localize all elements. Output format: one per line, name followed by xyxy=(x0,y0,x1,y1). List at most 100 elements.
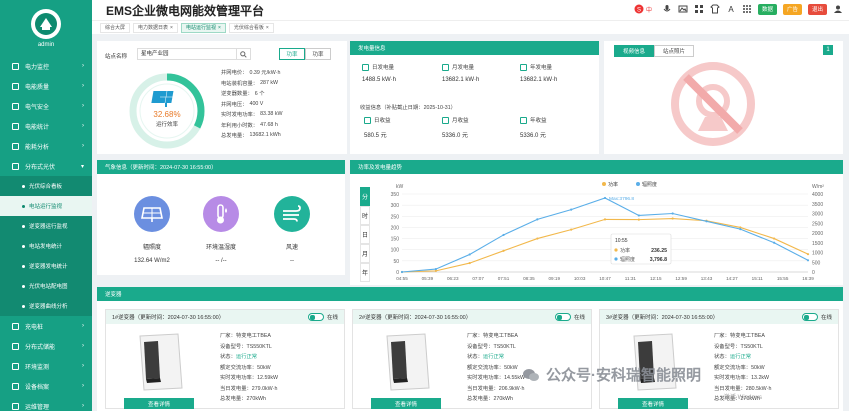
menu-icon xyxy=(12,382,19,390)
menu-icon xyxy=(12,342,19,350)
inverter-model: 设备型号：TS50KTL xyxy=(467,343,516,350)
grid-icon[interactable] xyxy=(694,4,704,14)
translate-icon[interactable]: A xyxy=(726,4,736,14)
sidebar-item-10[interactable]: 逆变器发电统计 xyxy=(0,256,92,276)
view-details-button[interactable]: 查看详情 xyxy=(371,398,441,409)
tab-3[interactable]: 光伏综合看板 × xyxy=(228,22,274,33)
inverter-image xyxy=(386,333,430,391)
weather-panel: 气象信息（更新时间：2024-07-30 16:55:00） 辐照度 环境温湿度… xyxy=(97,160,345,275)
online-toggle[interactable] xyxy=(554,313,571,321)
sidebar-item-16[interactable]: 设备档案 › xyxy=(0,376,92,396)
inverter-day-energy: 当日发电量：206.9kW·h xyxy=(467,385,525,392)
tooltip-swatch xyxy=(614,248,618,252)
sidebar-item-17[interactable]: 运维管理 › xyxy=(0,396,92,411)
sidebar-item-label: 光伏电站配电图 xyxy=(29,284,68,290)
sidebar-item-8[interactable]: 逆变器运行监视 xyxy=(0,216,92,236)
grid-menu-icon[interactable] xyxy=(742,4,752,14)
trend-panel: 功率及发电量趋势 分时日月年 0 50 100 150 200 250 300 350 0 500… xyxy=(350,160,843,285)
inverter-image xyxy=(139,333,183,391)
brand-tag-label: 中 xyxy=(645,7,652,14)
sidebar-item-3[interactable]: 电能统计 › xyxy=(0,116,92,136)
brand-tag[interactable]: S 中 xyxy=(630,3,656,15)
sidebar-item-9[interactable]: 电站发电统计 xyxy=(0,236,92,256)
sidebar-item-4[interactable]: 能耗分析 › xyxy=(0,136,92,156)
user-icon[interactable] xyxy=(833,4,843,14)
bullet-icon xyxy=(22,244,25,248)
range-button-3[interactable]: 月 xyxy=(360,244,370,263)
range-buttons: 分时日月年 xyxy=(360,187,370,282)
tab-label: 光伏综合看板 xyxy=(233,25,264,31)
sidebar-item-7[interactable]: 电站运行监视 xyxy=(0,196,92,216)
brand-s-icon: S xyxy=(634,4,644,14)
inverter-rated-power: 额定交流功率：50kW xyxy=(220,364,271,371)
tab-station-photos[interactable]: 站点照片 xyxy=(654,45,694,57)
data-point xyxy=(806,259,810,262)
inverter-info: 厂家：特变电工TBEA 设备型号：TS550KTL 状态： 运行正常 额定交流功率：50… xyxy=(220,330,278,404)
inverter-card-title: 2#逆变器（更新时间：2024-07-30 16:55:00） xyxy=(359,315,472,321)
menu-icon xyxy=(12,142,19,150)
data-button[interactable]: 数据 xyxy=(757,3,777,15)
close-icon[interactable]: × xyxy=(170,25,173,31)
energy-toggle-button[interactable]: 功率 xyxy=(305,48,331,60)
range-button-4[interactable]: 年 xyxy=(360,263,370,282)
sidebar-item-0[interactable]: 电力监控 › xyxy=(0,56,92,76)
online-toggle[interactable] xyxy=(801,313,818,321)
view-details-button[interactable]: 查看详情 xyxy=(618,398,688,409)
stat-key: 年利用小时数： xyxy=(221,122,259,129)
range-button-2[interactable]: 日 xyxy=(360,225,370,244)
app-root: admin 电力监控 › 电能质量 › 电气安全 › 电能统计 › 能耗分析 › 分布式光伏 ▾ 光伏综… xyxy=(0,0,849,411)
y-left-tick-label: 150 xyxy=(391,237,400,243)
station-stat-row: 并网电压： 400 V xyxy=(221,99,282,110)
tab-1[interactable]: 电力数据日表 × xyxy=(133,22,178,33)
sidebar-item-11[interactable]: 光伏电站配电图 xyxy=(0,276,92,296)
station-stat-row: 年利用小时数： 47.68 h xyxy=(221,120,282,131)
admin-label: admin xyxy=(37,41,55,48)
range-button-1[interactable]: 时 xyxy=(360,206,370,225)
power-toggle-button[interactable]: 功率 xyxy=(279,48,305,60)
sidebar-item-14[interactable]: 分布式储能 › xyxy=(0,336,92,356)
video-count-badge[interactable]: 1 xyxy=(823,45,833,55)
image-icon[interactable] xyxy=(678,4,688,14)
wallet-icon xyxy=(442,116,449,124)
wind-speed-label: 风速 xyxy=(285,245,298,251)
bullet-icon xyxy=(22,284,25,288)
y-left-axis-label: kW xyxy=(396,184,404,190)
data-point xyxy=(671,212,674,215)
logout-button[interactable]: 退出 xyxy=(807,3,827,15)
sidebar-item-6[interactable]: 光伏综合看板 xyxy=(0,176,92,196)
tabs-bar: 综合大屏 电力数据日表 × 电站运行监视 × 光伏综合看板 × xyxy=(92,20,849,34)
calendar-icon xyxy=(442,63,449,71)
data-point xyxy=(570,208,573,211)
close-icon[interactable]: × xyxy=(218,25,221,31)
online-toggle[interactable] xyxy=(307,313,324,321)
range-button-0[interactable]: 分 xyxy=(360,187,370,206)
sidebar-item-15[interactable]: 环境监测 › xyxy=(0,356,92,376)
tab-2[interactable]: 电站运行监视 × xyxy=(180,22,226,33)
station-select[interactable]: 星电产业园 xyxy=(137,48,237,60)
station-search-button[interactable] xyxy=(237,48,251,60)
sidebar-item-5[interactable]: 分布式光伏 ▾ xyxy=(0,156,92,176)
day-energy: 日发电量 1488.5 kW·h xyxy=(362,63,397,83)
inverter-realtime-power: 实时发电功率：14.55kW xyxy=(467,375,525,382)
sidebar-item-2[interactable]: 电气安全 › xyxy=(0,96,92,116)
bullet-icon xyxy=(22,204,25,208)
top-actions: S 中 A 数据 广告 退出 xyxy=(630,3,843,15)
y-left-tick-label: 250 xyxy=(391,214,400,220)
online-label: 在线 xyxy=(820,315,832,321)
sidebar-item-13[interactable]: 充电桩 › xyxy=(0,316,92,336)
tab-video-info[interactable]: 视频信息 xyxy=(614,45,654,57)
tab-0[interactable]: 综合大屏 xyxy=(100,22,131,33)
chevron-right-icon: › xyxy=(82,143,84,149)
data-point xyxy=(502,233,505,237)
mic-icon[interactable] xyxy=(662,4,672,14)
close-icon[interactable]: × xyxy=(266,25,269,31)
sidebar-item-12[interactable]: 逆变器曲线分析 xyxy=(0,296,92,316)
shirt-icon[interactable] xyxy=(710,4,720,14)
view-details-button[interactable]: 查看详情 xyxy=(124,398,194,409)
ad-button[interactable]: 广告 xyxy=(782,3,802,15)
power-irradiance-chart[interactable]: 0501001502002503003500500100015002000250… xyxy=(374,176,841,285)
sidebar-item-label: 电站运行监视 xyxy=(29,204,63,210)
svg-text:A: A xyxy=(728,5,734,14)
data-point xyxy=(637,218,640,221)
sidebar-item-1[interactable]: 电能质量 › xyxy=(0,76,92,96)
